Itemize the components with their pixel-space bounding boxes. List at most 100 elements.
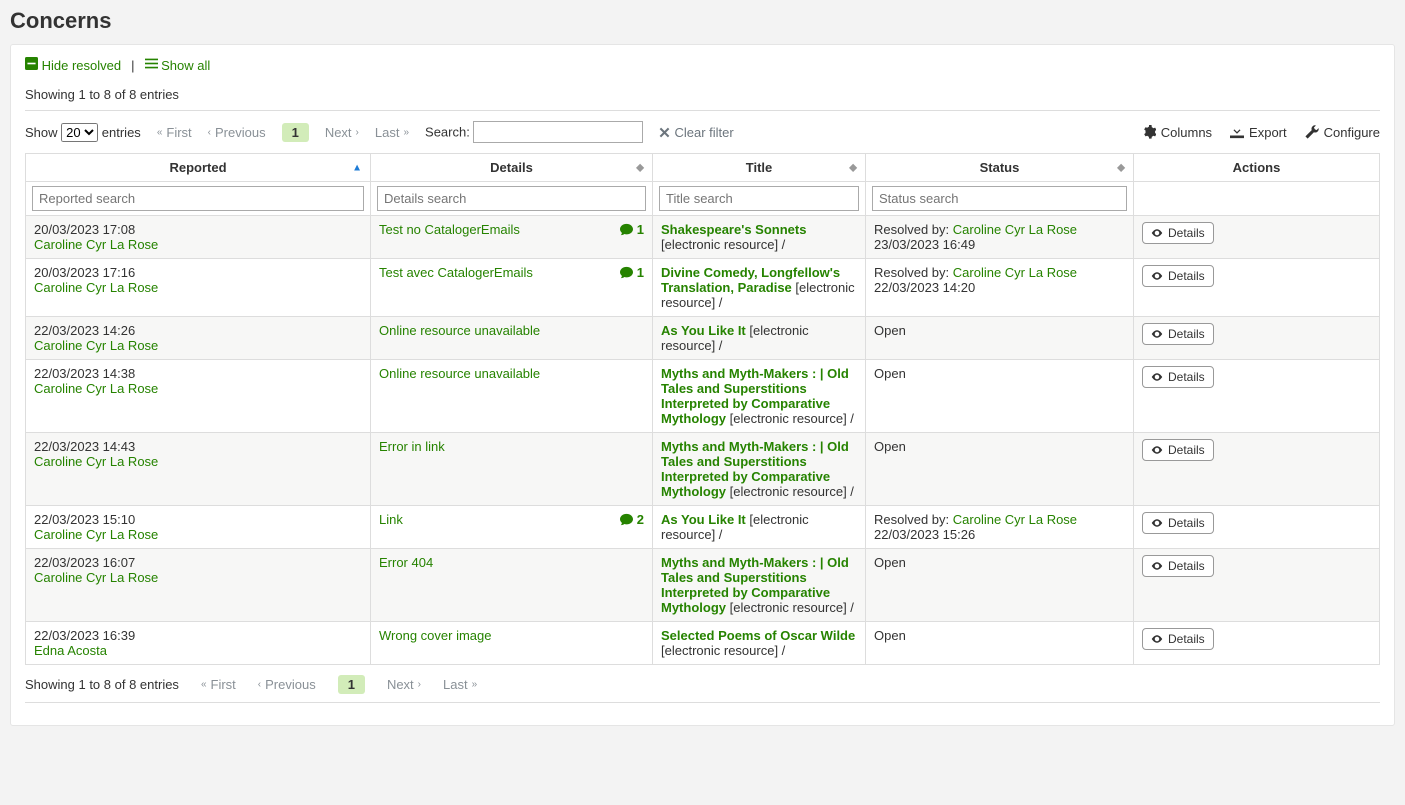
show-all-link[interactable]: Show all [145,57,211,73]
comment-icon [620,513,633,526]
pager-next[interactable]: Next › [325,125,359,140]
details-button[interactable]: Details [1142,323,1214,345]
search-input[interactable] [473,121,643,143]
reporter-link[interactable]: Caroline Cyr La Rose [34,237,158,252]
reporter-link[interactable]: Caroline Cyr La Rose [34,381,158,396]
details-button[interactable]: Details [1142,439,1214,461]
reporter-link[interactable]: Caroline Cyr La Rose [34,280,158,295]
pager-last-bottom[interactable]: Last » [443,677,477,692]
pager-first[interactable]: « First [157,125,192,140]
status-search-input[interactable] [872,186,1127,211]
pager-prev[interactable]: ‹ Previous [208,125,266,140]
details-link[interactable]: Error in link [379,439,445,454]
reporter-link[interactable]: Caroline Cyr La Rose [34,454,158,469]
concerns-table: Reported▲ Details◆ Title◆ Status◆ Action… [25,153,1380,665]
reported-ts: 22/03/2023 15:10 [34,512,135,527]
details-link[interactable]: Test no CatalogerEmails [379,222,520,237]
title-extra: [electronic resource] / [661,237,785,252]
reported-ts: 20/03/2023 17:16 [34,265,135,280]
table-row: 22/03/2023 14:43Caroline Cyr La Rose Erro… [26,433,1380,506]
reporter-link[interactable]: Edna Acosta [34,643,107,658]
search-row [26,182,1380,216]
resolved-controls: Hide resolved | Show all [25,57,1380,73]
comment-count: 2 [620,512,644,527]
details-link[interactable]: Error 404 [379,555,433,570]
reporter-link[interactable]: Caroline Cyr La Rose [34,527,158,542]
reported-ts: 22/03/2023 14:26 [34,323,135,338]
length-select[interactable]: 20 [61,123,98,142]
comment-count: 1 [620,222,644,237]
col-title[interactable]: Title◆ [653,154,866,182]
comment-count: 1 [620,265,644,280]
reported-search-input[interactable] [32,186,364,211]
reporter-link[interactable]: Caroline Cyr La Rose [34,570,158,585]
sort-icon: ◆ [849,162,857,173]
sort-icon: ◆ [1117,162,1125,173]
details-link[interactable]: Wrong cover image [379,628,491,643]
col-status[interactable]: Status◆ [866,154,1134,182]
clear-filter-link[interactable]: Clear filter [659,125,733,140]
reporter-link[interactable]: Caroline Cyr La Rose [34,338,158,353]
eye-icon [1151,633,1163,645]
pager-prev-bottom[interactable]: ‹ Previous [258,677,316,692]
reported-ts: 22/03/2023 14:38 [34,366,135,381]
wrench-icon [1305,125,1319,139]
table-row: 20/03/2023 17:16Caroline Cyr La RoseTest… [26,259,1380,317]
reported-ts: 22/03/2023 16:39 [34,628,135,643]
title-link[interactable]: Selected Poems of Oscar Wilde [661,628,855,643]
export-button[interactable]: Export [1230,125,1287,140]
pager-last[interactable]: Last » [375,125,409,140]
x-icon [659,127,670,138]
resolver-link[interactable]: Caroline Cyr La Rose [953,222,1077,237]
details-button[interactable]: Details [1142,366,1214,388]
details-link[interactable]: Test avec CatalogerEmails [379,265,533,280]
col-reported[interactable]: Reported▲ [26,154,371,182]
pager-next-bottom[interactable]: Next › [387,677,421,692]
comment-icon [620,266,633,279]
pager-first-bottom[interactable]: « First [201,677,236,692]
details-link[interactable]: Online resource unavailable [379,366,540,381]
eye-icon [1151,270,1163,282]
details-button[interactable]: Details [1142,512,1214,534]
details-button[interactable]: Details [1142,555,1214,577]
details-link[interactable]: Online resource unavailable [379,323,540,338]
title-link[interactable]: Shakespeare's Sonnets [661,222,806,237]
columns-button[interactable]: Columns [1142,125,1212,140]
header-row: Reported▲ Details◆ Title◆ Status◆ Action… [26,154,1380,182]
details-search-input[interactable] [377,186,646,211]
title-link[interactable]: As You Like It [661,512,746,527]
reported-ts: 22/03/2023 16:07 [34,555,135,570]
separator: | [129,58,136,73]
status-prefix: Resolved by: [874,512,953,527]
search-control: Search: [425,121,643,143]
table-row: 22/03/2023 16:39Edna Acosta Wrong cover i… [26,622,1380,665]
status-prefix: Resolved by: [874,222,953,237]
status-ts: 23/03/2023 16:49 [874,237,975,252]
table-row: 22/03/2023 14:38Caroline Cyr La Rose Onli… [26,360,1380,433]
details-link[interactable]: Link [379,512,403,527]
reported-ts: 22/03/2023 14:43 [34,439,135,454]
minus-square-icon [25,57,38,70]
details-button[interactable]: Details [1142,265,1214,287]
eye-icon [1151,444,1163,456]
title-extra: [electronic resource] / [730,411,854,426]
comment-icon [620,223,633,236]
table-row: 22/03/2023 16:07Caroline Cyr La Rose Erro… [26,549,1380,622]
configure-button[interactable]: Configure [1305,125,1380,140]
details-button[interactable]: Details [1142,222,1214,244]
resolver-link[interactable]: Caroline Cyr La Rose [953,512,1077,527]
showing-text-bottom: Showing 1 to 8 of 8 entries [25,677,179,692]
entries-label: entries [102,125,141,140]
hide-resolved-link[interactable]: Hide resolved [25,57,121,73]
details-button[interactable]: Details [1142,628,1214,650]
title-link[interactable]: As You Like It [661,323,746,338]
reported-ts: 20/03/2023 17:08 [34,222,135,237]
resolver-link[interactable]: Caroline Cyr La Rose [953,265,1077,280]
status-plain: Open [874,366,906,381]
col-details[interactable]: Details◆ [371,154,653,182]
title-search-input[interactable] [659,186,859,211]
status-ts: 22/03/2023 14:20 [874,280,975,295]
table-row: 22/03/2023 14:26Caroline Cyr La Rose Onli… [26,317,1380,360]
title-extra: [electronic resource] / [661,643,785,658]
showing-text-top: Showing 1 to 8 of 8 entries [25,87,1380,102]
